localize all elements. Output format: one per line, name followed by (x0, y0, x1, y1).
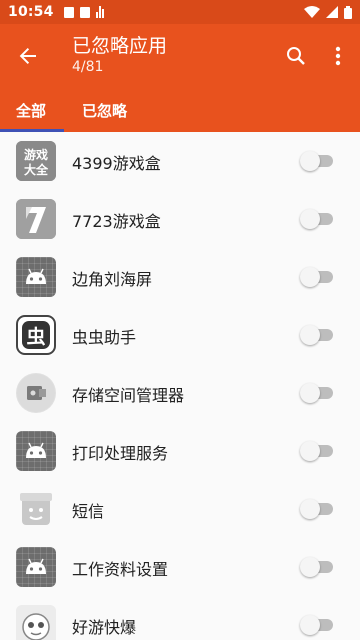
list-item[interactable]: 打印处理服务 (0, 422, 360, 480)
ignore-toggle[interactable] (300, 615, 334, 635)
list-item[interactable]: 存储空间管理器 (0, 364, 360, 422)
ignore-toggle[interactable] (300, 499, 334, 519)
battery-icon (344, 5, 352, 19)
app-list: 游戏 大全 4399游戏盒 7723游戏盒 边角刘海屏 虫 虫虫助手 存储空间管理… (0, 132, 360, 640)
back-button[interactable] (12, 40, 44, 72)
app-name: 好游快爆 (72, 618, 137, 637)
game-box-4399-icon: 游戏 大全 (16, 141, 56, 181)
app-name: 7723游戏盒 (72, 212, 161, 231)
tab-all[interactable]: 全部 (16, 88, 46, 132)
app-name: 短信 (72, 502, 105, 521)
ignore-toggle[interactable] (300, 441, 334, 461)
wifi-icon (304, 6, 320, 18)
notification-box-icon (79, 6, 90, 18)
tab-ignored[interactable]: 已忽略 (82, 88, 127, 132)
app-name: 4399游戏盒 (72, 154, 161, 173)
sms-robot-icon (16, 489, 56, 529)
more-vert-icon (335, 46, 341, 66)
notification-a-icon (63, 6, 74, 18)
more-options-button[interactable] (322, 40, 354, 72)
ignore-toggle[interactable] (300, 267, 334, 287)
search-button[interactable] (280, 40, 312, 72)
svg-text:虫: 虫 (26, 325, 45, 348)
app-name: 存储空间管理器 (72, 386, 185, 405)
cell-signal-icon (326, 6, 338, 18)
ignore-toggle[interactable] (300, 383, 334, 403)
app-bar: 已忽略应用 4/81 (0, 24, 360, 88)
haoyou-icon (16, 605, 56, 640)
ignore-toggle[interactable] (300, 557, 334, 577)
list-item[interactable]: 短信 (0, 480, 360, 538)
chongchong-icon: 虫 (16, 315, 56, 355)
list-item[interactable]: 游戏 大全 4399游戏盒 (0, 132, 360, 190)
ignore-toggle[interactable] (300, 151, 334, 171)
tab-bar: 全部 已忽略 (0, 88, 360, 132)
game-box-7723-icon (16, 199, 56, 239)
android-icon (16, 257, 56, 297)
svg-text:游戏: 游戏 (24, 147, 48, 162)
svg-text:大全: 大全 (24, 162, 49, 177)
app-name: 边角刘海屏 (72, 270, 153, 289)
app-name: 虫虫助手 (72, 328, 137, 347)
list-item[interactable]: 好游快爆 (0, 596, 360, 640)
app-name: 工作资料设置 (72, 560, 169, 579)
signal-activity-icon (95, 6, 104, 18)
arrow-back-icon (19, 48, 36, 64)
android-icon (16, 547, 56, 587)
app-name: 打印处理服务 (72, 444, 169, 463)
list-item[interactable]: 边角刘海屏 (0, 248, 360, 306)
status-bar: 10:54 (0, 0, 360, 24)
search-icon (287, 47, 305, 65)
page-title: 已忽略应用 (72, 35, 168, 57)
page-subtitle: 4/81 (72, 59, 104, 75)
ignore-toggle[interactable] (300, 209, 334, 229)
list-item[interactable]: 虫 虫虫助手 (0, 306, 360, 364)
status-time: 10:54 (8, 4, 54, 20)
list-item[interactable]: 7723游戏盒 (0, 190, 360, 248)
storage-icon (16, 373, 56, 413)
android-icon (16, 431, 56, 471)
ignore-toggle[interactable] (300, 325, 334, 345)
list-item[interactable]: 工作资料设置 (0, 538, 360, 596)
